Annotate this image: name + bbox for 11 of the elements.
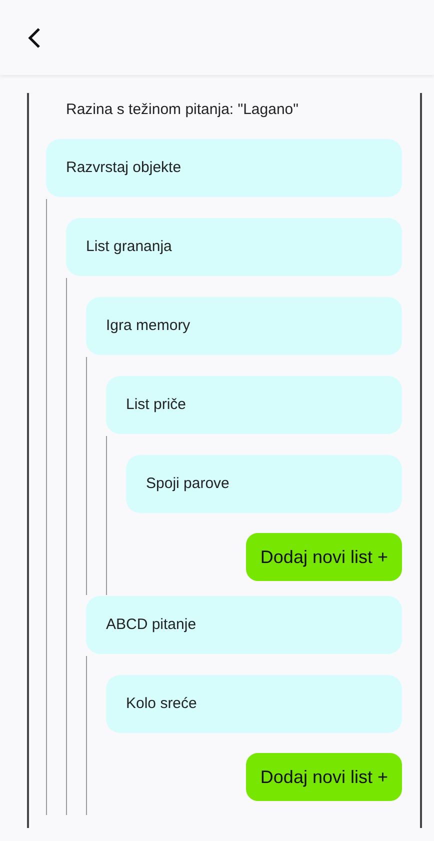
node-card[interactable]: List grananja bbox=[66, 218, 402, 276]
level-title: Razina s težinom pitanja: "Lagano" bbox=[65, 100, 300, 120]
node-card[interactable]: Igra memory bbox=[86, 297, 402, 355]
node-card[interactable]: Kolo sreće bbox=[106, 675, 402, 733]
node-card[interactable]: List priče bbox=[106, 376, 402, 434]
back-icon[interactable] bbox=[26, 26, 42, 48]
add-leaf-button[interactable]: Dodaj novi list + bbox=[246, 753, 402, 801]
add-leaf-button[interactable]: Dodaj novi list + bbox=[246, 533, 402, 581]
node-card[interactable]: Spoji parove bbox=[126, 455, 402, 513]
node-card[interactable]: ABCD pitanje bbox=[86, 596, 402, 654]
node-card[interactable]: Razvrstaj objekte bbox=[46, 139, 402, 197]
